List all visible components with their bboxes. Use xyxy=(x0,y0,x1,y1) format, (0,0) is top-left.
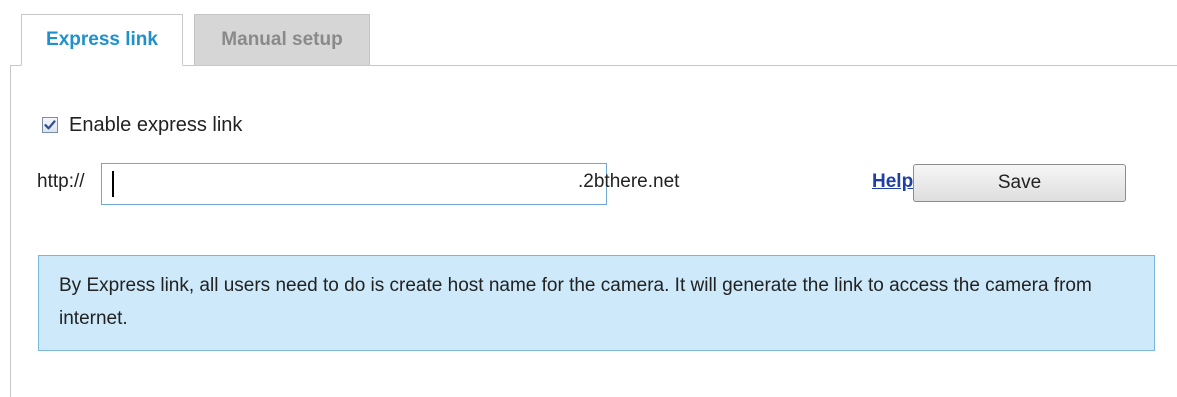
tab-manual-setup[interactable]: Manual setup xyxy=(194,14,370,65)
panel-border xyxy=(10,65,11,397)
info-box: By Express link, all users need to do is… xyxy=(38,255,1155,351)
enable-express-link-row: Enable express link xyxy=(42,112,242,138)
tab-divider xyxy=(10,65,1177,66)
info-text: By Express link, all users need to do is… xyxy=(59,275,1092,329)
url-suffix: .2bthere.net xyxy=(578,171,680,192)
tab-bar: Express link Manual setup xyxy=(0,14,1177,66)
tab-express-link[interactable]: Express link xyxy=(21,14,183,66)
enable-express-link-checkbox[interactable] xyxy=(42,117,58,133)
save-button[interactable]: Save xyxy=(913,164,1126,202)
checkmark-icon xyxy=(44,120,56,130)
url-prefix: http:// xyxy=(37,171,85,192)
enable-express-link-label: Enable express link xyxy=(69,113,243,136)
text-caret xyxy=(112,171,114,197)
host-name-input[interactable] xyxy=(101,163,607,205)
host-name-row: http:// .2bthere.net Help Save xyxy=(37,163,1137,205)
help-link[interactable]: Help xyxy=(872,171,913,193)
